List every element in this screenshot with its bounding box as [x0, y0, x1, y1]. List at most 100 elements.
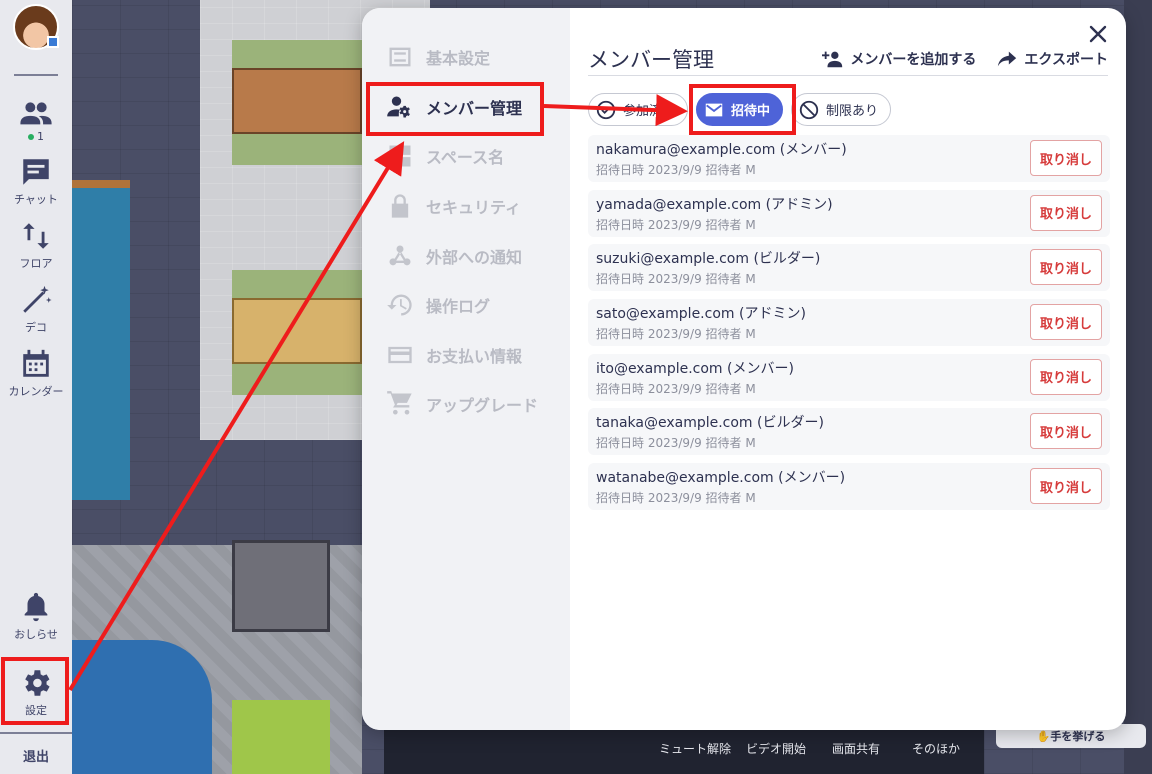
calendar-button[interactable]: カレンダー [9, 347, 64, 399]
invite-email: suzuki@example.com (ビルダー) [596, 251, 821, 268]
invite-email: sato@example.com (アドミン) [596, 306, 806, 323]
page-title: メンバー管理 [588, 48, 714, 72]
sidebar-item-webhook[interactable]: 外部への通知 [386, 236, 522, 276]
video-button[interactable]: ビデオ開始 [746, 740, 806, 757]
sidebar-item-basic[interactable]: 基本設定 [386, 37, 490, 77]
add-member-button[interactable]: メンバーを追加する [822, 48, 976, 70]
list-item: watanabe@example.com (メンバー) 招待日時 2023/9/… [588, 463, 1110, 511]
sidebar-item-label: 操作ログ [426, 297, 491, 316]
sidebar-item-label: 基本設定 [426, 49, 491, 68]
revoke-button[interactable]: 取り消し [1030, 468, 1102, 505]
list-item: ito@example.com (メンバー) 招待日時 2023/9/9 招待者… [588, 353, 1110, 401]
header-actions: メンバーを追加する エクスポート [822, 48, 1108, 70]
tab-joined[interactable]: 参加済み [588, 93, 689, 126]
header-divider [588, 75, 1108, 76]
tab-label: 制限あり [826, 104, 879, 119]
close-icon [1089, 25, 1107, 43]
revoke-button[interactable]: 取り消し [1030, 413, 1102, 450]
credit-card-icon [388, 346, 412, 364]
sidebar-item-upgrade[interactable]: アップグレード [386, 384, 538, 424]
sidebar-item-label: アップグレード [426, 396, 539, 415]
export-label: エクスポート [1024, 52, 1108, 68]
annotation-highlight-invited-tab [689, 84, 796, 135]
tab-label: 参加済み [623, 104, 676, 119]
invite-meta: 招待日時 2023/9/9 招待者 M [596, 163, 756, 177]
block-icon [799, 100, 819, 119]
calendar-icon [23, 349, 49, 377]
revoke-button[interactable]: 取り消し [1030, 358, 1102, 395]
invite-email: watanabe@example.com (メンバー) [596, 470, 846, 487]
map-shelf [232, 540, 330, 632]
online-count: 1 [28, 130, 44, 143]
floor-button[interactable]: フロア [19, 219, 53, 271]
revoke-button[interactable]: 取り消し [1030, 304, 1102, 341]
map-water [72, 640, 212, 774]
logout-button[interactable]: 退出 [0, 732, 72, 765]
notice-button[interactable]: おしらせ [14, 590, 58, 642]
divider [14, 74, 58, 76]
map-wall [1124, 0, 1152, 774]
sidebar-item-label: セキュリティ [426, 198, 522, 217]
swap-vertical-icon [23, 223, 49, 249]
sidebar-item-security[interactable]: セキュリティ [386, 186, 521, 226]
tab-restricted[interactable]: 制限あり [791, 93, 892, 126]
invite-meta: 招待日時 2023/9/9 招待者 M [596, 381, 756, 396]
share-arrow-icon [998, 51, 1017, 67]
annotation-highlight-settings [1, 657, 69, 725]
people-icon [20, 102, 52, 125]
members-button[interactable]: 1 [19, 96, 53, 143]
revoke-button[interactable]: 取り消し [1030, 194, 1102, 231]
invite-email: tanaka@example.com (ビルダー) [596, 415, 824, 432]
list-item: suzuki@example.com (ビルダー) 招待日時 2023/9/9 … [588, 244, 1110, 292]
chat-icon [23, 159, 49, 185]
unmute-button[interactable]: ミュート解除 [659, 740, 731, 757]
sidebar-item-logs[interactable]: 操作ログ [386, 285, 490, 325]
magic-wand-icon [23, 285, 52, 313]
map-wall [72, 180, 130, 500]
cart-icon [387, 391, 412, 415]
map-desk [232, 270, 362, 395]
person-add-icon [822, 51, 843, 68]
invite-list: nakamura@example.com (メンバー) 招待日時 2023/9/… [588, 135, 1110, 518]
revoke-button[interactable]: 取り消し [1030, 249, 1102, 286]
invite-email: nakamura@example.com (メンバー) [596, 142, 847, 158]
sidebar-item-space-name[interactable]: スペース名 [386, 136, 504, 176]
toggles-icon [389, 47, 411, 67]
chat-label: チャット [14, 193, 58, 206]
list-item: yamada@example.com (アドミン) 招待日時 2023/9/9 … [588, 189, 1110, 237]
sidebar-item-label: 外部への通知 [426, 248, 523, 267]
export-button[interactable]: エクスポート [996, 48, 1108, 70]
invite-meta: 招待日時 2023/9/9 招待者 M [596, 327, 756, 342]
list-item: tanaka@example.com (ビルダー) 招待日時 2023/9/9 … [588, 408, 1110, 456]
avatar[interactable] [13, 4, 59, 50]
bell-icon [24, 592, 48, 622]
map-rug [232, 700, 330, 774]
list-item: nakamura@example.com (メンバー) 招待日時 2023/9/… [588, 135, 1110, 182]
deco-label: デコ [25, 321, 47, 334]
revoke-button[interactable]: 取り消し [1030, 140, 1102, 176]
history-icon [387, 294, 412, 316]
lock-icon [391, 194, 409, 218]
invite-meta: 招待日時 2023/9/9 招待者 M [596, 217, 756, 232]
sidebar-item-label: スペース名 [426, 148, 505, 167]
sidebar-item-billing[interactable]: お支払い情報 [386, 335, 522, 375]
webhook-icon [389, 245, 411, 266]
more-button[interactable]: そのほか [912, 740, 960, 757]
invite-meta: 招待日時 2023/9/9 招待者 M [596, 436, 756, 451]
raise-hand-label: 手を挙げる [1050, 730, 1106, 743]
floor-label: フロア [19, 257, 53, 270]
check-circle-icon [596, 100, 616, 119]
close-button[interactable] [1086, 22, 1110, 46]
annotation-highlight-members [366, 82, 544, 136]
chat-button[interactable]: チャット [14, 155, 58, 207]
media-toolbar: ミュート解除 ビデオ開始 画面共有 そのほか [384, 730, 984, 774]
notice-label: おしらせ [14, 628, 58, 641]
screen-share-button[interactable]: 画面共有 [832, 740, 880, 757]
invite-email: yamada@example.com (アドミン) [596, 196, 833, 213]
map-desk [232, 40, 362, 165]
invite-email: ito@example.com (メンバー) [596, 360, 794, 377]
sidebar-item-label: お支払い情報 [426, 347, 523, 366]
invite-meta: 招待日時 2023/9/9 招待者 M [596, 272, 756, 287]
deco-button[interactable]: デコ [19, 283, 53, 335]
add-member-label: メンバーを追加する [850, 52, 977, 68]
